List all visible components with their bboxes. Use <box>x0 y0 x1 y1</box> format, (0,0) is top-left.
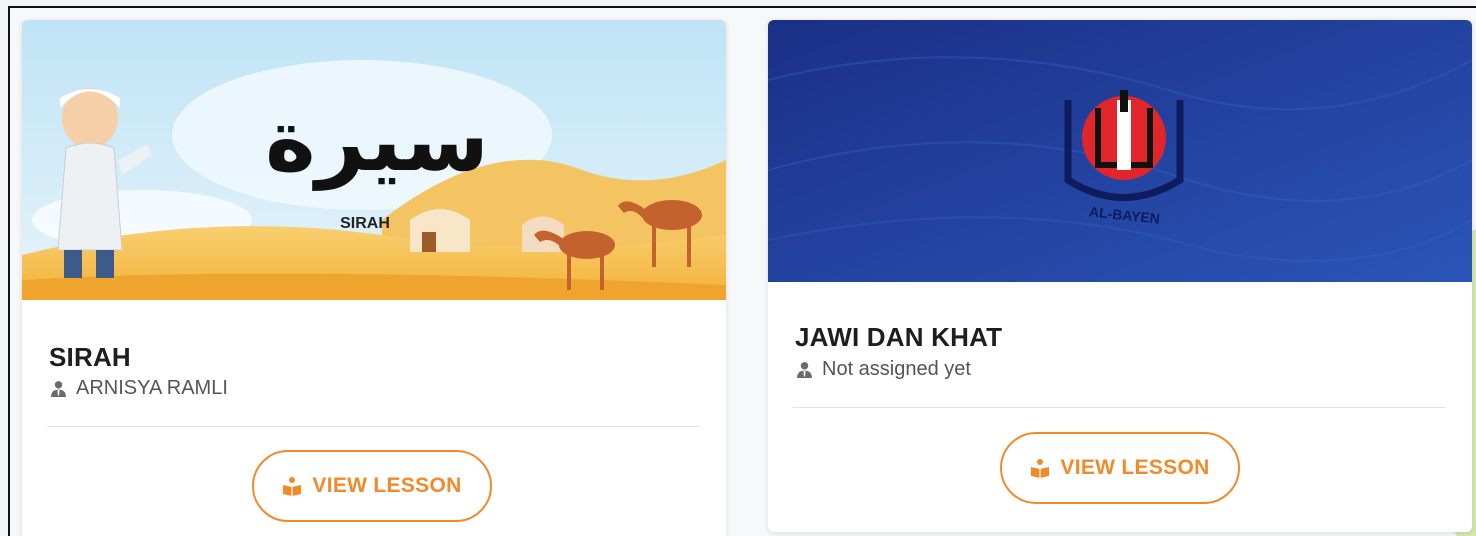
teacher-name: ARNISYA RAMLI <box>76 377 228 399</box>
course-card-jawi-dan-khat: AL-BAYEN JAWI DAN KHAT Not assigned yet … <box>768 20 1472 532</box>
view-lesson-button[interactable]: VIEW LESSON <box>252 450 492 522</box>
user-tie-icon <box>797 362 812 378</box>
course-banner-sirah[interactable]: سيرة SIRAH <box>22 20 726 300</box>
divider <box>47 426 700 427</box>
view-lesson-label: VIEW LESSON <box>1060 456 1210 479</box>
course-title[interactable]: SIRAH <box>49 342 131 373</box>
reading-icon <box>283 477 302 496</box>
teacher-row: Not assigned yet <box>796 358 971 381</box>
course-title[interactable]: JAWI DAN KHAT <box>795 322 1002 353</box>
content-frame: سيرة SIRAH SIRAH ARNISYA RAMLI VIEW LESS… <box>8 6 1476 536</box>
course-card-sirah: سيرة SIRAH SIRAH ARNISYA RAMLI VIEW LESS… <box>22 20 726 536</box>
view-lesson-button[interactable]: VIEW LESSON <box>1000 432 1240 504</box>
teacher-row: ARNISYA RAMLI <box>50 377 228 400</box>
view-lesson-label: VIEW LESSON <box>312 474 462 497</box>
course-banner-jawi[interactable]: AL-BAYEN <box>768 20 1472 282</box>
user-tie-icon <box>51 381 66 397</box>
banner-arabic-title: سيرة <box>265 91 489 191</box>
reading-icon <box>1031 459 1050 478</box>
banner-subtitle: SIRAH <box>340 215 390 232</box>
divider <box>793 407 1446 408</box>
teacher-name: Not assigned yet <box>822 358 971 380</box>
